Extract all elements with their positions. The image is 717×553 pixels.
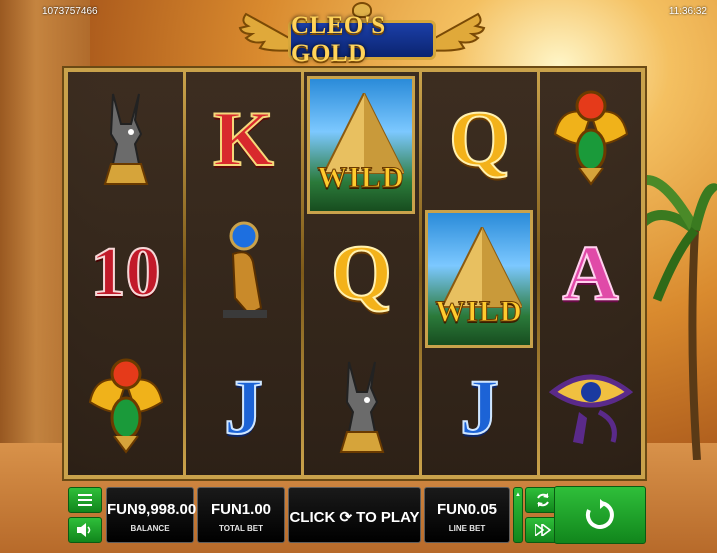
menu-button[interactable] [68,487,102,513]
letter-j: J [459,363,500,450]
play-prompt-text: CLICK ⟳ TO PLAY [289,509,420,526]
symbol-j: J [186,340,301,474]
reel-1: 10 [68,72,183,475]
control-panel: FUN9,998.00 BALANCE FUN1.00 TOTAL BET CL… [68,485,648,547]
letter-j: J [223,363,264,450]
balance-display: FUN9,998.00 BALANCE [106,487,197,543]
spin-icon [585,499,614,529]
symbol-j: J [422,340,537,474]
game-logo: CLEO'S GOLD [238,0,486,67]
symbol-ten: 10 [68,206,183,340]
symbol-scarab [540,72,641,206]
symbol-wild: WILD [425,210,533,348]
autoplay-icon [537,493,549,507]
reel-3: WILD Q [304,72,419,475]
wild-label: WILD [317,161,405,195]
play-prompt: CLICK ⟳ TO PLAY [288,487,421,543]
line-bet-value: FUN0.05 [436,501,498,518]
letter-k: K [212,95,275,182]
reels-grid: 10 K J WILD Q Q WILD J A [64,68,645,479]
chevron-up-icon: ▲ [515,492,521,498]
speaker-icon [77,523,91,537]
letter-a: A [561,229,619,316]
anubis-icon [339,361,384,453]
total-bet-display: FUN1.00 TOTAL BET [197,487,285,543]
clock: 11:36:32 [668,6,707,17]
menu-icon [78,494,92,506]
falcon-icon [222,221,267,318]
symbol-a: A [540,206,641,340]
sound-button[interactable] [68,517,102,543]
balance-value: FUN9,998.00 [107,501,197,518]
symbol-anubis [68,72,183,206]
symbol-falcon [186,206,301,340]
spin-button[interactable] [554,486,646,544]
reel-4: Q WILD J [422,72,537,475]
wild-label: WILD [435,295,523,329]
scarab-icon [88,358,163,454]
scarab-icon [553,90,628,186]
line-bet-label: LINE BET [448,524,486,533]
total-bet-value: FUN1.00 [210,501,272,518]
symbol-wild: WILD [307,76,415,214]
symbol-eye-of-horus [540,340,641,474]
logo-title: CLEO'S GOLD [288,12,436,67]
fast-forward-icon [535,524,551,536]
eye-of-horus-icon [548,374,633,444]
symbol-q: Q [422,72,537,206]
bet-adjust-button[interactable]: ▲ [513,487,523,543]
line-bet-display[interactable]: FUN0.05 LINE BET [424,487,510,543]
reel-5: A [540,72,641,475]
symbol-scarab [68,340,183,474]
balance-label: BALANCE [130,524,170,533]
letter-q: Q [330,229,393,316]
letter-ten: 10 [90,234,162,311]
session-id: 1073757466 [42,6,98,17]
reel-2: K J [186,72,301,475]
symbol-anubis [304,340,419,474]
symbol-q: Q [304,206,419,340]
letter-q: Q [448,95,511,182]
palm-tree-decoration [637,175,717,460]
anubis-icon [103,93,148,185]
symbol-k: K [186,72,301,206]
total-bet-label: TOTAL BET [219,524,263,533]
